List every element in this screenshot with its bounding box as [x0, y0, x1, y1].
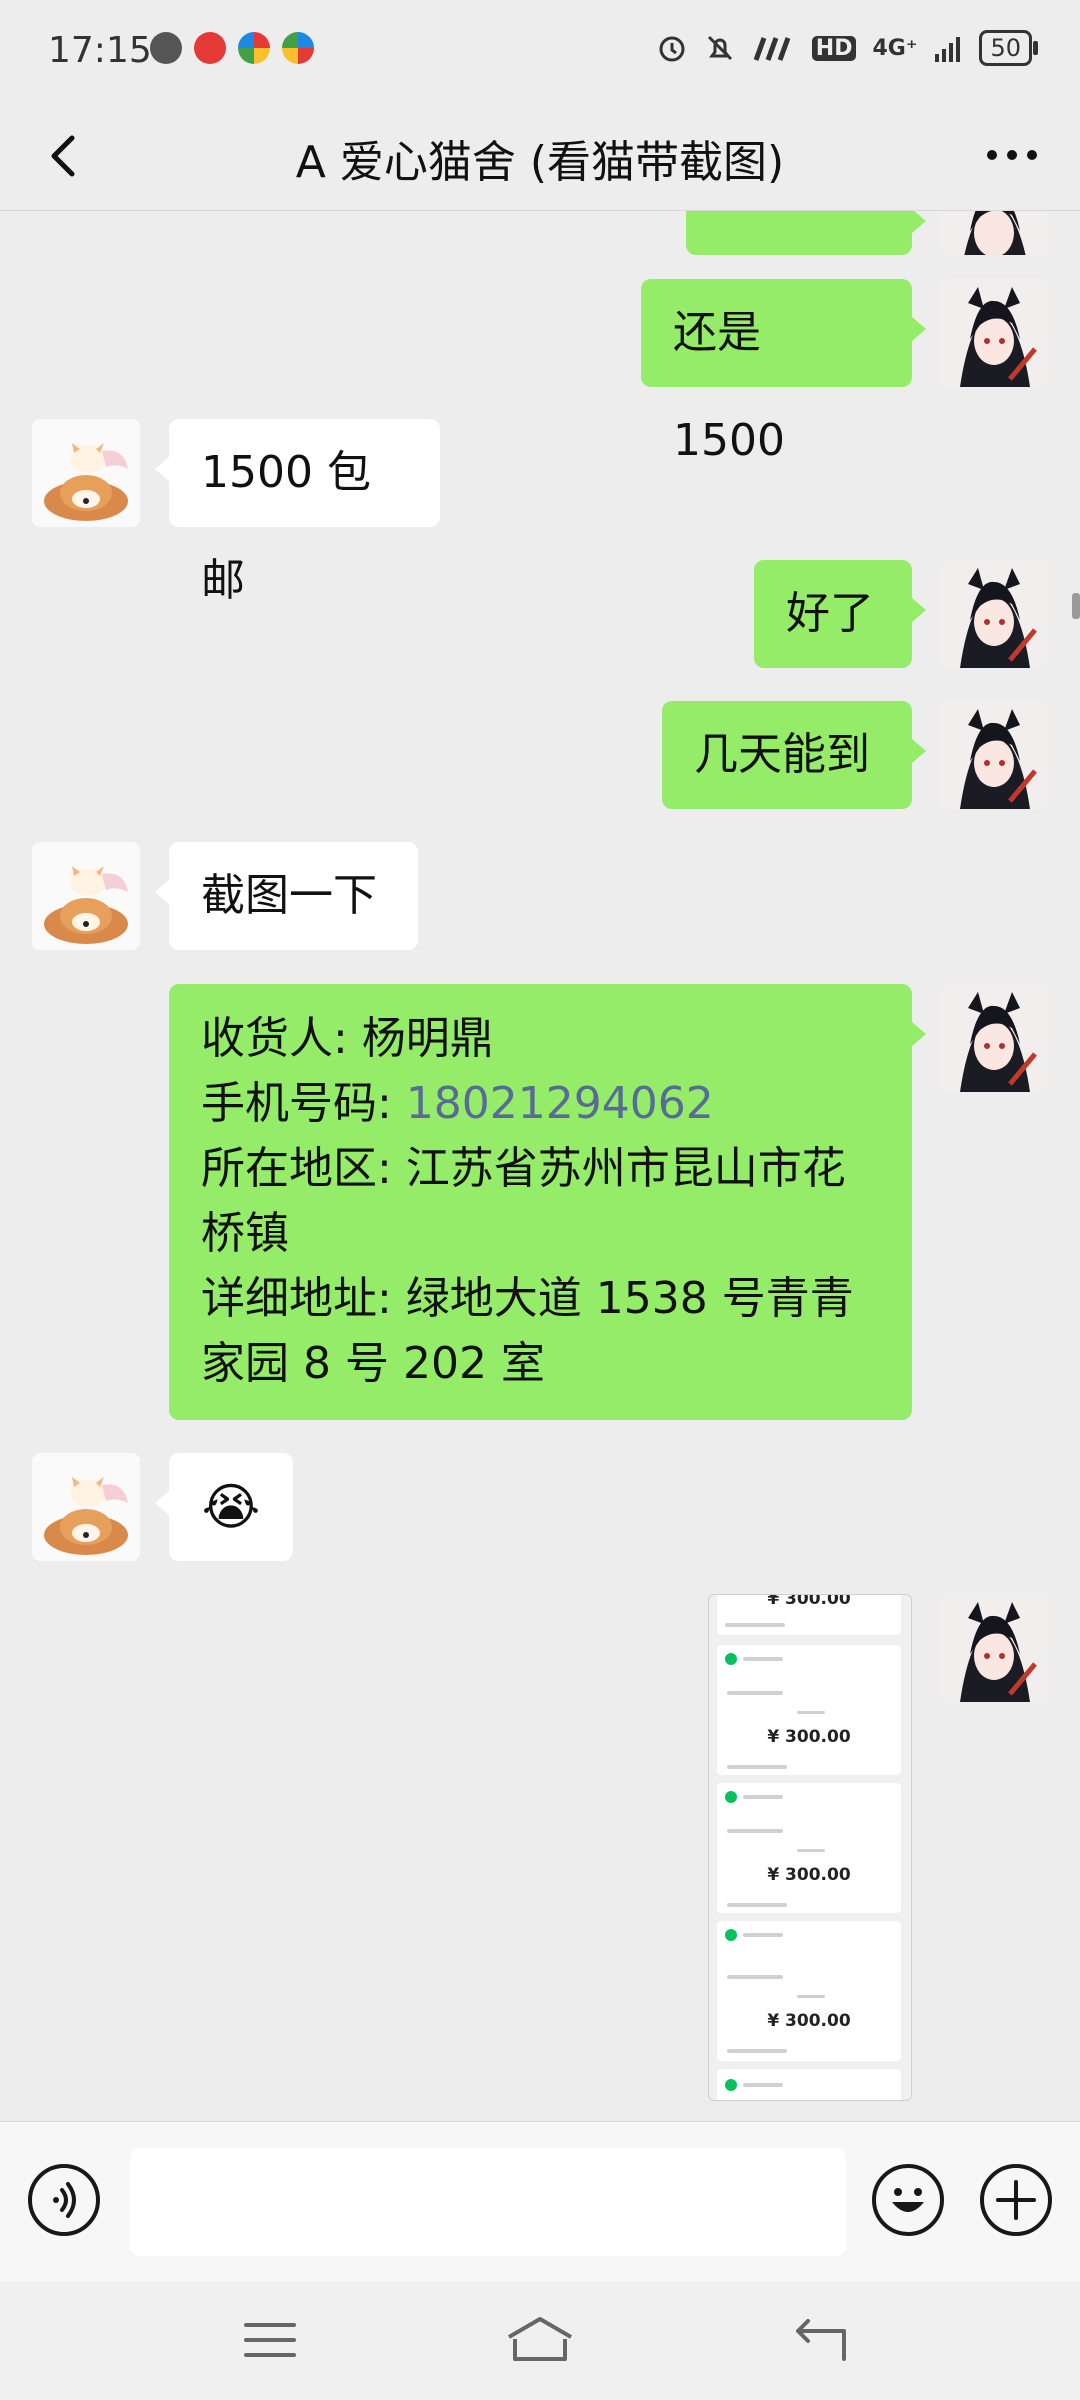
message-bubble[interactable]: 1500 包邮: [155, 419, 440, 606]
phone-label: 手机号码:: [201, 1078, 406, 1129]
message-text: 1500 包邮: [201, 447, 371, 606]
voice-icon: [53, 2182, 76, 2218]
my-avatar[interactable]: [940, 984, 1048, 1092]
payment-amount: ¥ 300.00: [767, 1865, 851, 1885]
detail-address-line: 详细地址: 绿地大道 1538 号青青家园 8 号 202 室: [201, 1273, 854, 1389]
my-avatar[interactable]: [940, 211, 1048, 255]
chat-header: A 爱心猫舍 (看猫带截图): [0, 100, 1080, 211]
message-bubble[interactable]: 还是 1500: [641, 279, 926, 466]
message-bubble-partial[interactable]: [686, 211, 926, 255]
message-bubble[interactable]: 好了: [754, 560, 926, 668]
app-icon: [150, 32, 182, 64]
payment-amount: ¥ 300.00: [767, 2011, 851, 2031]
menu-icon[interactable]: [240, 2315, 300, 2365]
message-bubble[interactable]: 截图一下: [155, 842, 418, 950]
chat-title: A 爱心猫舍 (看猫带截图): [295, 137, 785, 188]
voice-button[interactable]: [28, 2164, 100, 2236]
signal-icon: [753, 37, 791, 61]
crying-face-emoji: 😭: [201, 1478, 261, 1536]
wifi-icon: [935, 37, 961, 62]
my-avatar[interactable]: [940, 560, 1048, 668]
mute-icon: [707, 35, 732, 61]
message-text: 还是 1500: [673, 307, 785, 466]
payment-card: ¥ 300.00: [717, 1783, 901, 1913]
status-bar: 17:15 HD 4G⁺ 50: [0, 0, 1080, 100]
region-line: 所在地区: 江苏省苏州市昆山市花桥镇: [201, 1143, 846, 1259]
system-nav-bar: [0, 2281, 1080, 2400]
payment-card: ¥ 300.00: [717, 1921, 901, 2061]
app-icon: [238, 32, 270, 64]
status-time: 17:15: [48, 30, 152, 71]
emoji-button[interactable]: [872, 2164, 944, 2236]
recipient-line: 收货人: 杨明鼎: [201, 1013, 494, 1064]
phone-line: 手机号码: 18021294062: [201, 1071, 880, 1136]
screenshot-image[interactable]: ¥ 300.00 ¥ 300.00 ¥ 300.00 ¥ 300.00: [708, 1594, 912, 2101]
contact-avatar[interactable]: [32, 842, 140, 950]
scrollbar[interactable]: [1072, 593, 1080, 619]
address-bubble[interactable]: 收货人: 杨明鼎 手机号码: 18021294062 所在地区: 江苏省苏州市昆…: [169, 984, 926, 1420]
payment-card: ¥ 300.00: [717, 1594, 901, 1635]
status-right: HD 4G⁺ 50: [656, 30, 1038, 66]
contact-avatar[interactable]: [32, 1453, 140, 1561]
hd-badge: HD: [811, 35, 857, 61]
wechat-pay-icon: [725, 2079, 737, 2091]
wechat-pay-icon: [725, 1929, 737, 1941]
wechat-pay-icon: [725, 1791, 737, 1803]
alarm-icon: [659, 36, 685, 62]
my-avatar[interactable]: [940, 701, 1048, 809]
app-icon: [194, 32, 226, 64]
message-text: 好了: [786, 588, 874, 639]
app-icon: [282, 32, 314, 64]
payment-amount: ¥ 300.00: [767, 1727, 851, 1747]
notification-icons: [150, 32, 314, 64]
my-avatar[interactable]: [940, 279, 1048, 387]
back-icon[interactable]: [790, 2315, 850, 2365]
my-avatar[interactable]: [940, 1594, 1048, 1702]
message-text: 截图一下: [201, 870, 377, 921]
phone-number-link[interactable]: 18021294062: [406, 1078, 714, 1129]
payment-card: ¥ 300.00: [717, 1645, 901, 1775]
emoji-icon: [892, 2188, 924, 2212]
plus-button[interactable]: [980, 2164, 1052, 2236]
message-list[interactable]: 还是 1500 1500 包邮 好了 几天能到 截图一下 收货人: 杨明鼎 手机…: [0, 211, 1080, 2121]
wechat-pay-icon: [725, 1653, 737, 1665]
more-dots-icon[interactable]: [982, 130, 1042, 180]
home-icon[interactable]: [505, 2315, 575, 2365]
battery-indicator: 50: [979, 30, 1038, 66]
message-bubble[interactable]: 几天能到: [662, 701, 926, 809]
plus-icon: [996, 2180, 1036, 2220]
payment-card: [717, 2069, 901, 2100]
contact-avatar[interactable]: [32, 419, 140, 527]
input-bar: [0, 2121, 1080, 2282]
message-text: 几天能到: [694, 729, 870, 780]
message-input[interactable]: [130, 2148, 846, 2256]
emoji-bubble[interactable]: 😭: [155, 1453, 293, 1561]
network-type: 4G⁺: [872, 35, 918, 61]
payment-amount: ¥ 300.00: [767, 1594, 851, 1609]
